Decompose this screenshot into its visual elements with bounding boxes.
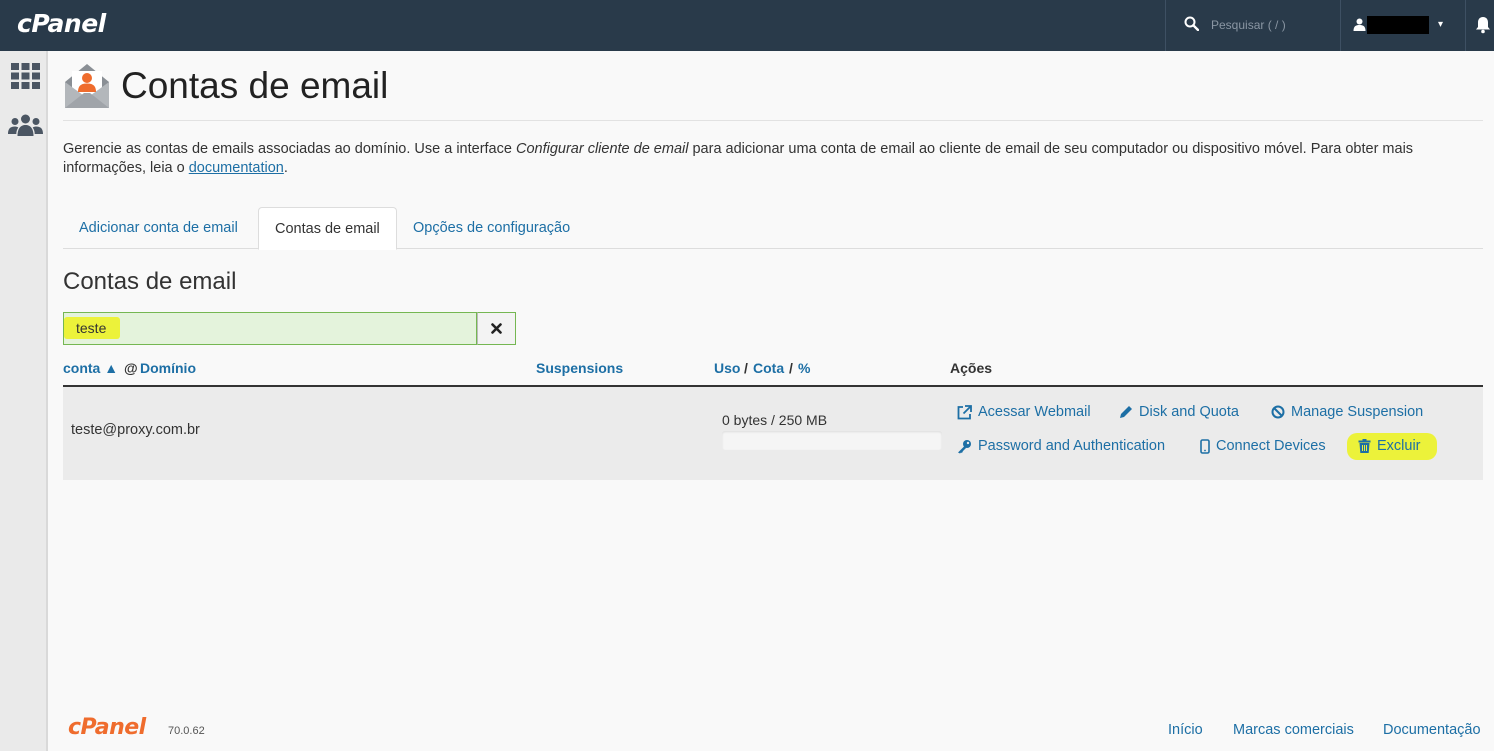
ban-icon xyxy=(1271,405,1285,419)
tab-email-accounts[interactable]: Contas de email xyxy=(258,207,397,250)
delete-account-button[interactable]: Excluir xyxy=(1358,438,1421,454)
bell-icon xyxy=(1476,17,1490,34)
footer-link-trademarks[interactable]: Marcas comerciais xyxy=(1233,722,1354,738)
footer-link-home[interactable]: Início xyxy=(1168,722,1203,738)
external-link-icon xyxy=(957,404,972,419)
version-label: 70.0.62 xyxy=(168,725,205,737)
sort-usage-header[interactable]: Uso xyxy=(714,360,740,376)
filter-input[interactable] xyxy=(63,312,477,345)
table-header: conta ▲ @ Domínio Suspensions Uso / Cota… xyxy=(63,357,1483,387)
email-accounts-icon xyxy=(65,64,109,108)
sort-account-header[interactable]: conta ▲ xyxy=(63,360,118,376)
pencil-icon xyxy=(1120,406,1132,418)
sort-quota-header[interactable]: Cota xyxy=(753,360,784,376)
password-authentication-link[interactable]: Password and Authentication xyxy=(957,438,1165,454)
tab-configuration-options[interactable]: Opções de configuração xyxy=(397,207,586,249)
username-redacted xyxy=(1367,16,1429,34)
tab-add-email-account[interactable]: Adicionar conta de email xyxy=(63,207,254,249)
page-title: Contas de email xyxy=(121,65,389,106)
global-search[interactable]: Pesquisar ( / ) xyxy=(1165,0,1340,51)
sort-suspensions-header[interactable]: Suspensions xyxy=(536,360,623,376)
usage-text: 0 bytes / 250 MB xyxy=(722,412,828,428)
left-sidebar xyxy=(0,51,48,751)
apps-grid-icon[interactable] xyxy=(11,63,40,89)
key-icon xyxy=(958,439,971,453)
cpanel-logo[interactable]: cPanel xyxy=(17,9,106,38)
user-menu[interactable]: ▾ xyxy=(1340,0,1465,51)
chevron-down-icon[interactable]: ▾ xyxy=(1438,19,1443,30)
trash-icon xyxy=(1358,439,1371,453)
sort-domain-header[interactable]: Domínio xyxy=(140,360,196,376)
account-filter: teste xyxy=(63,312,516,345)
at-sign: @ xyxy=(124,360,138,376)
header-separator: / xyxy=(744,360,748,376)
disk-quota-link[interactable]: Disk and Quota xyxy=(1119,404,1239,420)
filter-value: teste xyxy=(76,320,107,336)
top-navbar: cPanel Pesquisar ( / ) ▾ xyxy=(0,0,1494,51)
documentation-link[interactable]: documentation xyxy=(189,160,284,176)
account-email: teste@proxy.com.br xyxy=(71,422,200,438)
usage-progress-bar xyxy=(722,431,942,450)
header-separator: / xyxy=(789,360,793,376)
connect-devices-link[interactable]: Connect Devices xyxy=(1200,438,1326,454)
actions-header: Ações xyxy=(950,360,993,376)
search-placeholder[interactable]: Pesquisar ( / ) xyxy=(1211,18,1286,32)
notifications[interactable] xyxy=(1465,0,1494,51)
page-header: Contas de email xyxy=(63,51,1483,121)
manage-suspension-link[interactable]: Manage Suspension xyxy=(1271,404,1423,420)
users-group-icon[interactable] xyxy=(8,114,43,136)
table-row: teste@proxy.com.br 0 bytes / 250 MB Aces… xyxy=(63,387,1483,480)
footer-link-documentation[interactable]: Documentação xyxy=(1383,722,1481,738)
clear-filter-button[interactable] xyxy=(477,312,516,345)
close-icon xyxy=(491,323,502,334)
page-description: Gerencie as contas de emails associadas … xyxy=(63,141,1414,176)
tabs-bar: Adicionar conta de email Contas de email… xyxy=(63,207,1483,250)
sort-percent-header[interactable]: % xyxy=(798,360,810,376)
mobile-phone-icon xyxy=(1200,438,1210,454)
section-title: Contas de email xyxy=(63,268,237,295)
access-webmail-link[interactable]: Acessar Webmail xyxy=(957,404,1091,420)
search-icon xyxy=(1184,16,1199,31)
user-icon xyxy=(1353,18,1366,31)
footer-cpanel-logo[interactable]: cPanel xyxy=(68,715,146,740)
